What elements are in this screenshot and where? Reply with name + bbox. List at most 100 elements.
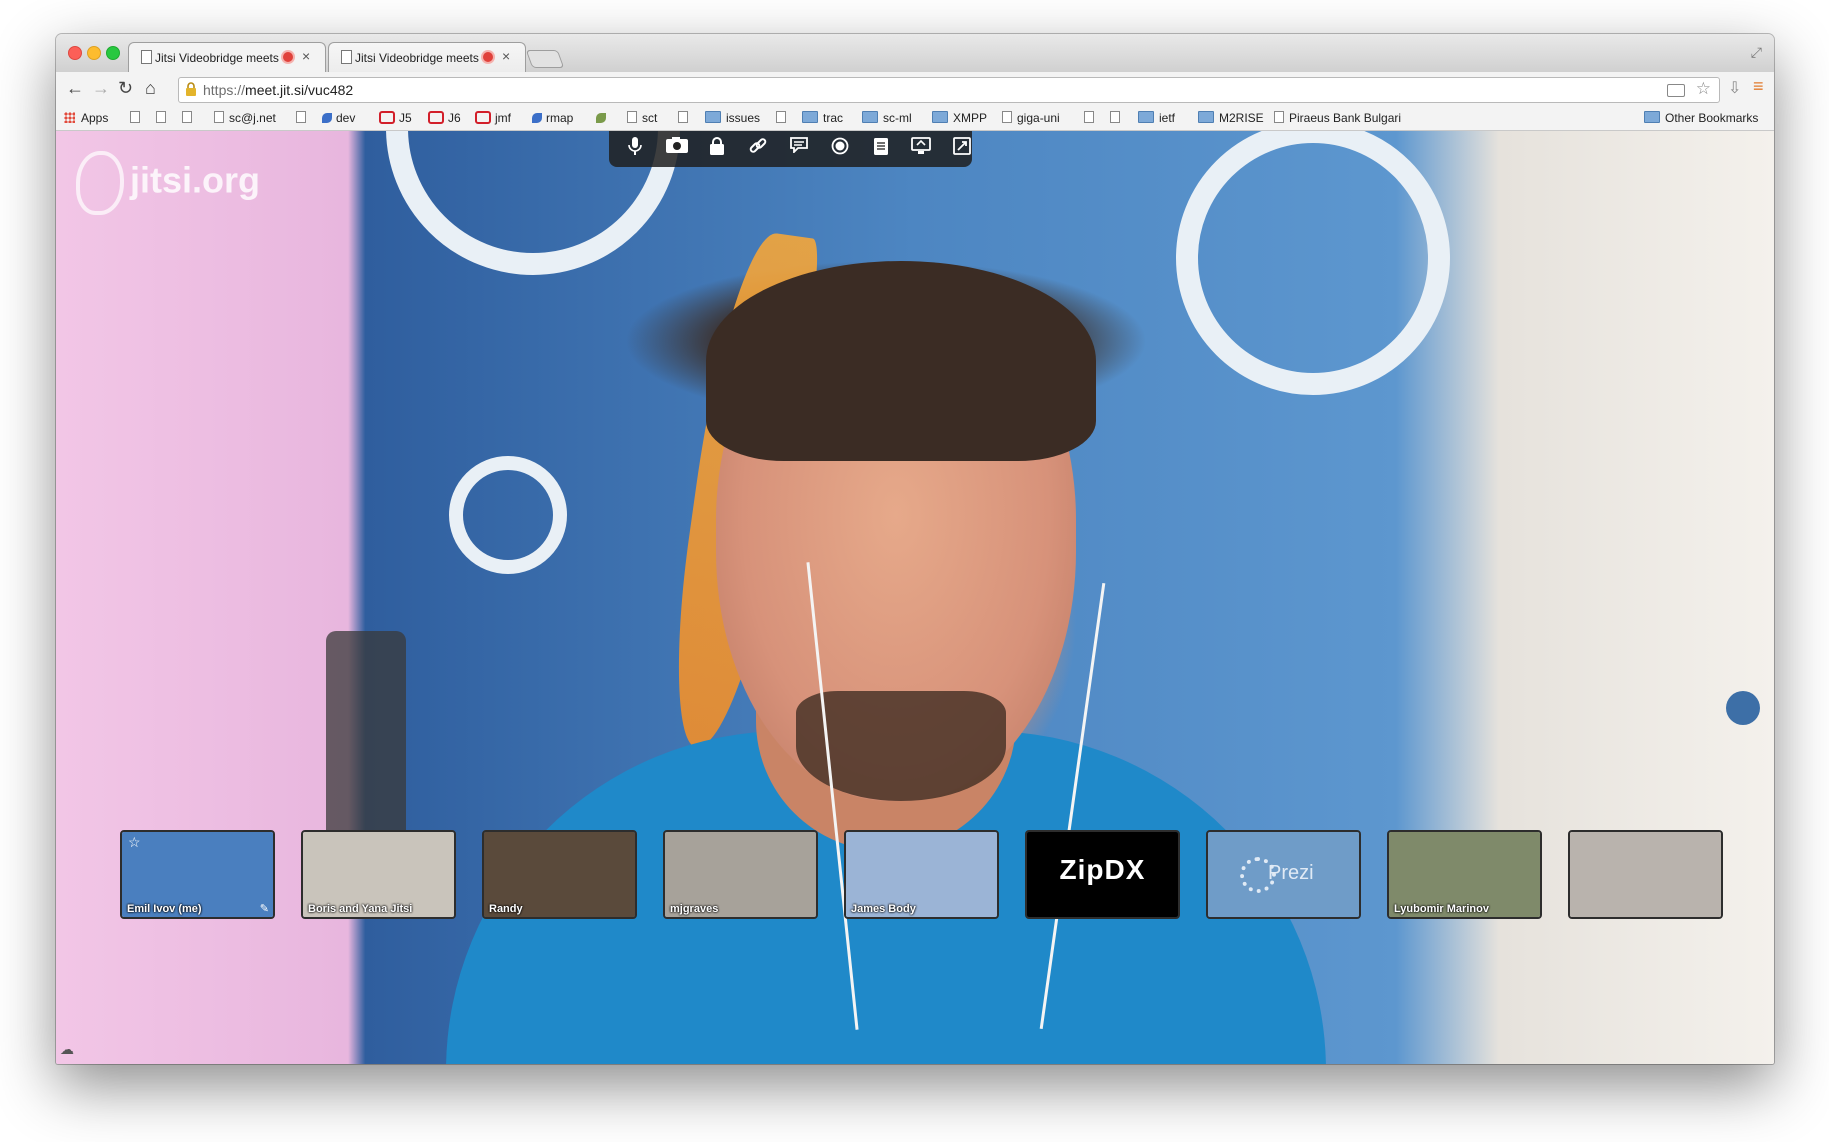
etherpad-icon[interactable] [869,137,893,161]
bookmark-folder[interactable]: sc-ml [862,111,912,125]
microphone-icon[interactable] [623,137,647,161]
participant-name: James Body [851,903,916,915]
fullscreen-icon[interactable] [950,137,974,161]
address-bar[interactable]: https://meet.jit.si/vuc482 ☆ [178,77,1720,103]
tab-title: Jitsi Videobridge meets [155,51,279,65]
bookmark-folder[interactable]: issues [705,111,760,125]
minimize-window-button[interactable] [87,46,101,60]
bookmark-blank[interactable] [156,111,171,125]
reload-icon[interactable]: ↻ [118,78,133,99]
forward-icon[interactable]: → [92,78,110,99]
oracle-icon [475,111,491,124]
page-icon [678,111,688,123]
fullscreen-icon[interactable]: ⤢ [1751,44,1762,61]
participant-thumbnail[interactable] [1568,830,1723,919]
participant-thumbnail[interactable]: James Body [844,830,999,919]
bookmark-item[interactable]: sc@j.net [214,111,276,125]
globe-icon [322,113,332,123]
bookmark-star-icon[interactable]: ☆ [1696,79,1711,99]
apps-grid-icon [64,112,75,123]
page-icon [341,50,352,64]
bookmark-blank[interactable] [678,111,693,125]
participant-thumbnail[interactable]: Boris and Yana Jitsi [301,830,456,919]
moderator-star-icon: ☆ [128,834,141,850]
link-icon[interactable] [746,137,770,161]
bookmark-blank[interactable] [182,111,197,125]
wall-dot [1726,691,1760,725]
bookmark-blank[interactable] [596,111,610,125]
bookmark-blank[interactable] [1110,111,1125,125]
bookmark-blank[interactable] [130,111,145,125]
page-icon [182,111,192,123]
folder-icon [705,111,721,123]
record-icon[interactable] [828,137,852,161]
home-icon[interactable]: ⌂ [145,78,156,99]
bookmark-other[interactable]: Other Bookmarks [1644,111,1758,125]
page-icon [1110,111,1120,123]
bookmark-item[interactable]: rmap [532,111,573,125]
participant-name: Emil Ivov (me) [127,903,202,915]
bookmark-item[interactable]: sct [627,111,657,125]
participant-name: mjgraves [670,903,719,915]
url-text: https://meet.jit.si/vuc482 [203,82,354,98]
tab-jitsi-2[interactable]: Jitsi Videobridge meets × [328,42,526,73]
participant-thumbnail[interactable]: Lyubomir Marinov [1387,830,1542,919]
globe-icon [532,113,542,123]
close-tab-icon[interactable]: × [302,48,310,64]
bookmark-folder[interactable]: trac [802,111,843,125]
bookmark-item[interactable]: J5 [379,111,412,125]
tab-title: Jitsi Videobridge meets [355,51,479,65]
page-icon [1002,111,1012,123]
participant-thumbnail[interactable]: Randy [482,830,637,919]
page-icon [627,111,637,123]
page-icon [214,111,224,123]
bookmark-blank[interactable] [776,111,791,125]
cloud-upload-icon[interactable]: ☁ [60,1041,74,1058]
participant-name: Lyubomir Marinov [1394,903,1489,915]
participant-video [1570,832,1721,917]
bookmark-item[interactable]: jmf [475,111,511,125]
menu-icon[interactable]: ≡ [1753,76,1764,97]
tab-jitsi-1[interactable]: Jitsi Videobridge meets × [128,42,326,73]
lock-icon[interactable] [705,137,729,161]
main-video[interactable]: jitsi.org ☆ Emil Ivov (me) ✎ Boris and Y… [56,131,1774,1064]
desktop-share-icon[interactable] [909,137,933,161]
participant-thumbnail[interactable]: ZipDX [1025,830,1180,919]
jitsi-watermark[interactable]: jitsi.org [76,151,260,215]
zoom-window-button[interactable] [106,46,120,60]
bookmark-item[interactable]: dev [322,111,355,125]
camera-icon[interactable] [665,137,689,161]
folder-icon [1138,111,1154,123]
bookmark-item[interactable]: Piraeus Bank Bulgari [1274,111,1444,125]
bookmark-blank[interactable] [296,111,311,125]
folder-icon [1644,111,1660,123]
close-tab-icon[interactable]: × [502,48,510,64]
download-icon[interactable]: ⇩ [1728,78,1741,98]
bookmark-folder[interactable]: M2RISE [1198,111,1264,125]
tab-strip: Jitsi Videobridge meets × Jitsi Videobri… [56,34,1774,73]
speaker-hair [706,261,1096,461]
close-window-button[interactable] [68,46,82,60]
recording-indicator-icon [483,52,493,62]
bookmark-folder[interactable]: XMPP [932,111,987,125]
back-icon[interactable]: ← [66,78,84,99]
bookmark-blank[interactable] [1084,111,1099,125]
bookmark-item[interactable]: J6 [428,111,461,125]
recording-indicator-icon [283,52,293,62]
participant-thumbnail[interactable]: ☆ Emil Ivov (me) ✎ [120,830,275,919]
bookmark-folder[interactable]: ietf [1138,111,1175,125]
new-tab-button[interactable] [525,50,565,68]
edit-name-icon[interactable]: ✎ [260,902,269,915]
participant-thumbnail[interactable]: Prezi [1206,830,1361,919]
jitsi-logo-icon [76,151,124,215]
bookmark-apps[interactable]: Apps [64,111,108,125]
page-icon [156,111,166,123]
participant-thumbnail[interactable]: mjgraves [663,830,818,919]
bookmark-item[interactable]: giga-uni [1002,111,1060,125]
chat-icon[interactable] [787,137,811,161]
page-icon [776,111,786,123]
folder-icon [1198,111,1214,123]
zipdx-logo: ZipDX [1059,854,1146,885]
page-icon [1084,111,1094,123]
camera-permission-icon[interactable] [1667,84,1685,97]
